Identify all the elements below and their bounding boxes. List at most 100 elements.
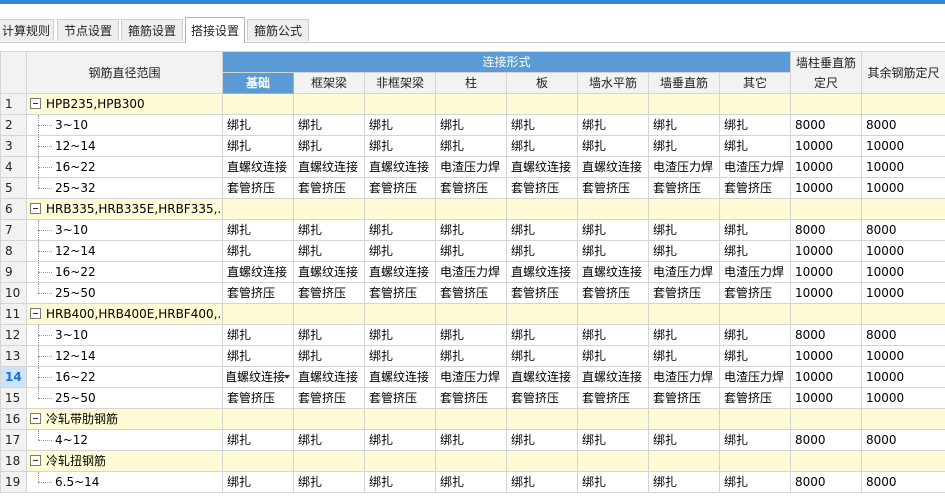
connection-cell-wall-vertical[interactable]: 绑扎 [648,429,720,451]
connection-cell-frame-beam[interactable]: 绑扎 [293,240,365,262]
connection-cell-slab[interactable]: 套管挤压 [506,282,578,304]
empty-cell[interactable] [861,408,945,430]
diameter-range-cell[interactable]: 16~22 [26,156,223,178]
wall-vertical-length-cell[interactable]: 10000 [790,261,863,283]
row-number[interactable]: 6 [0,198,27,220]
connection-cell-slab[interactable]: 绑扎 [506,345,578,367]
connection-cell-column[interactable]: 绑扎 [435,135,507,157]
connection-cell-column[interactable]: 电渣压力焊 [435,261,507,283]
connection-cell-wall-vertical[interactable]: 绑扎 [648,114,720,136]
row-number[interactable]: 7 [0,219,27,241]
wall-vertical-length-cell[interactable]: 10000 [790,135,863,157]
connection-cell-slab[interactable]: 绑扎 [506,471,578,493]
connection-cell-foundation[interactable]: 套管挤压 [222,282,294,304]
connection-cell-column[interactable]: 绑扎 [435,429,507,451]
empty-cell[interactable] [293,303,365,325]
diameter-range-cell[interactable]: 4~12 [26,429,223,451]
empty-cell[interactable] [648,303,720,325]
collapse-icon[interactable] [30,413,41,424]
connection-cell-wall-vertical[interactable]: 绑扎 [648,219,720,241]
other-length-cell[interactable]: 10000 [861,345,945,367]
diameter-range-cell[interactable]: 25~50 [26,387,223,409]
header-col-wall-vertical[interactable]: 墙垂直筋 [648,72,720,94]
connection-cell-wall-horizontal[interactable]: 绑扎 [577,240,649,262]
connection-cell-other[interactable]: 绑扎 [718,240,792,262]
connection-cell-wall-vertical[interactable]: 套管挤压 [648,177,720,199]
other-length-cell[interactable]: 10000 [861,135,945,157]
connection-cell-slab[interactable]: 绑扎 [506,324,578,346]
group-label-cell[interactable]: HRB400,HRB400E,HRBF400,... [26,303,223,325]
connection-cell-wall-vertical[interactable]: 套管挤压 [648,282,720,304]
empty-cell[interactable] [364,408,436,430]
connection-cell-foundation[interactable]: 绑扎 [222,240,294,262]
other-length-cell[interactable]: 10000 [861,156,945,178]
connection-cell-other[interactable]: 绑扎 [718,219,792,241]
other-length-cell[interactable]: 8000 [861,471,945,493]
empty-cell[interactable] [648,198,720,220]
empty-cell[interactable] [718,450,792,472]
wall-vertical-length-cell[interactable]: 10000 [790,240,863,262]
connection-cell-other[interactable]: 电渣压力焊 [718,261,792,283]
connection-dropdown[interactable]: 直螺纹连接 [222,366,294,388]
tab-stirrup-settings[interactable]: 箍筋设置 [121,19,183,41]
diameter-range-cell[interactable]: 6.5~14 [26,471,223,493]
connection-cell-non-frame-beam[interactable]: 绑扎 [364,471,436,493]
connection-cell-foundation[interactable]: 绑扎 [222,114,294,136]
connection-cell-column[interactable]: 套管挤压 [435,387,507,409]
collapse-icon[interactable] [30,455,41,466]
group-label-cell[interactable]: 冷轧扭钢筋 [26,450,223,472]
connection-cell-other[interactable]: 电渣压力焊 [718,366,792,388]
wall-vertical-length-cell[interactable]: 8000 [790,114,863,136]
empty-cell[interactable] [506,303,578,325]
row-number[interactable]: 10 [0,282,27,304]
wall-vertical-length-cell[interactable]: 8000 [790,429,863,451]
other-length-cell[interactable]: 10000 [861,177,945,199]
connection-cell-wall-horizontal[interactable]: 绑扎 [577,429,649,451]
connection-cell-slab[interactable]: 绑扎 [506,429,578,451]
connection-cell-non-frame-beam[interactable]: 绑扎 [364,324,436,346]
empty-cell[interactable] [435,450,507,472]
empty-cell[interactable] [435,408,507,430]
connection-cell-foundation[interactable]: 直螺纹连接 [222,261,294,283]
connection-cell-non-frame-beam[interactable]: 绑扎 [364,345,436,367]
connection-cell-wall-vertical[interactable]: 电渣压力焊 [648,366,720,388]
empty-cell[interactable] [364,198,436,220]
row-number[interactable]: 8 [0,240,27,262]
header-col-wall-horizontal[interactable]: 墙水平筋 [577,72,649,94]
diameter-range-cell[interactable]: 25~50 [26,282,223,304]
tab-lap-settings[interactable]: 搭接设置 [185,17,245,43]
diameter-range-cell[interactable]: 3~10 [26,324,223,346]
empty-cell[interactable] [648,408,720,430]
connection-cell-other[interactable]: 绑扎 [718,429,792,451]
row-number[interactable]: 15 [0,387,27,409]
connection-cell-wall-horizontal[interactable]: 绑扎 [577,471,649,493]
connection-cell-column[interactable]: 套管挤压 [435,177,507,199]
connection-cell-frame-beam[interactable]: 绑扎 [293,114,365,136]
connection-cell-other[interactable]: 绑扎 [718,135,792,157]
empty-cell[interactable] [222,198,294,220]
empty-cell[interactable] [577,303,649,325]
connection-cell-other[interactable]: 套管挤压 [718,177,792,199]
connection-cell-non-frame-beam[interactable]: 直螺纹连接 [364,261,436,283]
connection-cell-frame-beam[interactable]: 直螺纹连接 [293,156,365,178]
connection-cell-foundation[interactable]: 绑扎 [222,324,294,346]
connection-cell-wall-horizontal[interactable]: 绑扎 [577,345,649,367]
empty-cell[interactable] [222,93,294,115]
connection-cell-frame-beam[interactable]: 绑扎 [293,219,365,241]
connection-cell-column[interactable]: 套管挤压 [435,282,507,304]
diameter-range-cell[interactable]: 12~14 [26,345,223,367]
diameter-range-cell[interactable]: 25~32 [26,177,223,199]
empty-cell[interactable] [577,93,649,115]
empty-cell[interactable] [506,408,578,430]
empty-cell[interactable] [293,450,365,472]
row-number[interactable]: 9 [0,261,27,283]
connection-cell-non-frame-beam[interactable]: 绑扎 [364,135,436,157]
connection-cell-frame-beam[interactable]: 套管挤压 [293,387,365,409]
empty-cell[interactable] [435,198,507,220]
connection-cell-wall-vertical[interactable]: 电渣压力焊 [648,261,720,283]
empty-cell[interactable] [364,450,436,472]
row-number[interactable]: 4 [0,156,27,178]
empty-cell[interactable] [718,303,792,325]
other-length-cell[interactable]: 10000 [861,387,945,409]
row-number[interactable]: 12 [0,324,27,346]
